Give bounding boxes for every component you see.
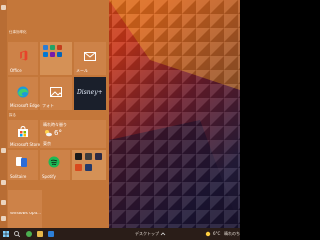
weather-city: 東京: [43, 141, 51, 146]
spotify-icon: [48, 156, 60, 168]
tile-windows-update[interactable]: Windows Upd...: [8, 194, 42, 228]
excel-icon: [50, 45, 55, 50]
tile-label-edge: Microsoft Edge: [10, 103, 40, 108]
documents-icon[interactable]: [1, 180, 6, 185]
photos-icon: [50, 87, 62, 97]
tile-office[interactable]: Office: [8, 42, 38, 75]
mail-icon: [84, 52, 96, 61]
group-header-productivity: 仕事効率化: [9, 30, 27, 34]
taskbar-app-icon[interactable]: [48, 231, 54, 237]
movies-icon: [85, 153, 92, 160]
start-menu-rail: [0, 0, 7, 228]
settings-icon[interactable]: [1, 200, 6, 205]
group-header-explore: 探る: [9, 113, 16, 117]
tiktok-icon: [75, 153, 82, 160]
tile-windows-update-top[interactable]: [8, 190, 42, 212]
weather-icon: [45, 130, 52, 137]
desktop-toolbar[interactable]: デスクトップ: [135, 228, 159, 240]
tile-label-office: Office: [10, 68, 22, 73]
tile-edge[interactable]: Microsoft Edge: [8, 77, 40, 110]
tile-label-mail: メール: [76, 68, 88, 73]
tile-disney-plus[interactable]: Disney+: [74, 77, 106, 110]
tile-spotify[interactable]: Spotify: [40, 150, 70, 180]
edge-taskbar-icon[interactable]: [26, 231, 32, 237]
onenote-icon: [50, 52, 55, 57]
powerpoint-icon: [57, 45, 62, 50]
start-menu: 仕事効率化 Office メール Microsoft Edge フォト Disn…: [0, 0, 109, 228]
explorer-icon[interactable]: [37, 231, 43, 237]
taskbar-temperature: 6°C: [213, 231, 221, 236]
tile-app-group[interactable]: [40, 42, 72, 75]
tile-label-photos: フォト: [42, 103, 54, 108]
chevron-up-icon[interactable]: [160, 231, 166, 237]
weather-condition: 晴れ時々曇り: [43, 122, 67, 127]
tile-label-spotify: Spotify: [42, 174, 56, 179]
onedrive-icon: [57, 52, 62, 57]
store-icon: [18, 126, 28, 137]
tile-label-solitaire: Solitaire: [10, 174, 27, 179]
weather-temperature: 6°: [54, 129, 62, 137]
tile-mail[interactable]: メール: [74, 42, 106, 75]
office-icon: [20, 50, 28, 61]
taskbar: デスクトップ 6°C 晴れのち: [0, 228, 240, 240]
search-icon[interactable]: [14, 231, 20, 237]
word-icon: [43, 45, 48, 50]
power-icon[interactable]: [1, 216, 6, 221]
tile-solitaire[interactable]: Solitaire: [8, 150, 38, 180]
tile-photos[interactable]: フォト: [40, 77, 72, 110]
windows-start-icon[interactable]: [3, 231, 9, 237]
taskbar-weather-icon[interactable]: [205, 231, 212, 237]
tile-weather[interactable]: 晴れ時々曇り 6° 東京: [40, 120, 106, 148]
video-icon: [85, 164, 92, 171]
outlook-icon: [43, 52, 48, 57]
tile-entertainment-group[interactable]: [72, 150, 106, 180]
news-icon: [75, 164, 82, 171]
disney-plus-logo: Disney+: [77, 89, 103, 96]
solitaire-card-back: [21, 158, 27, 167]
user-icon[interactable]: [1, 148, 6, 153]
taskbar-weather-text: 晴れのち: [224, 231, 240, 236]
game-icon: [95, 153, 102, 160]
hamburger-icon[interactable]: [1, 5, 6, 10]
tile-label-store: Microsoft Store: [10, 142, 41, 147]
tile-microsoft-store[interactable]: Microsoft Store: [8, 120, 41, 148]
edge-icon: [17, 86, 29, 98]
